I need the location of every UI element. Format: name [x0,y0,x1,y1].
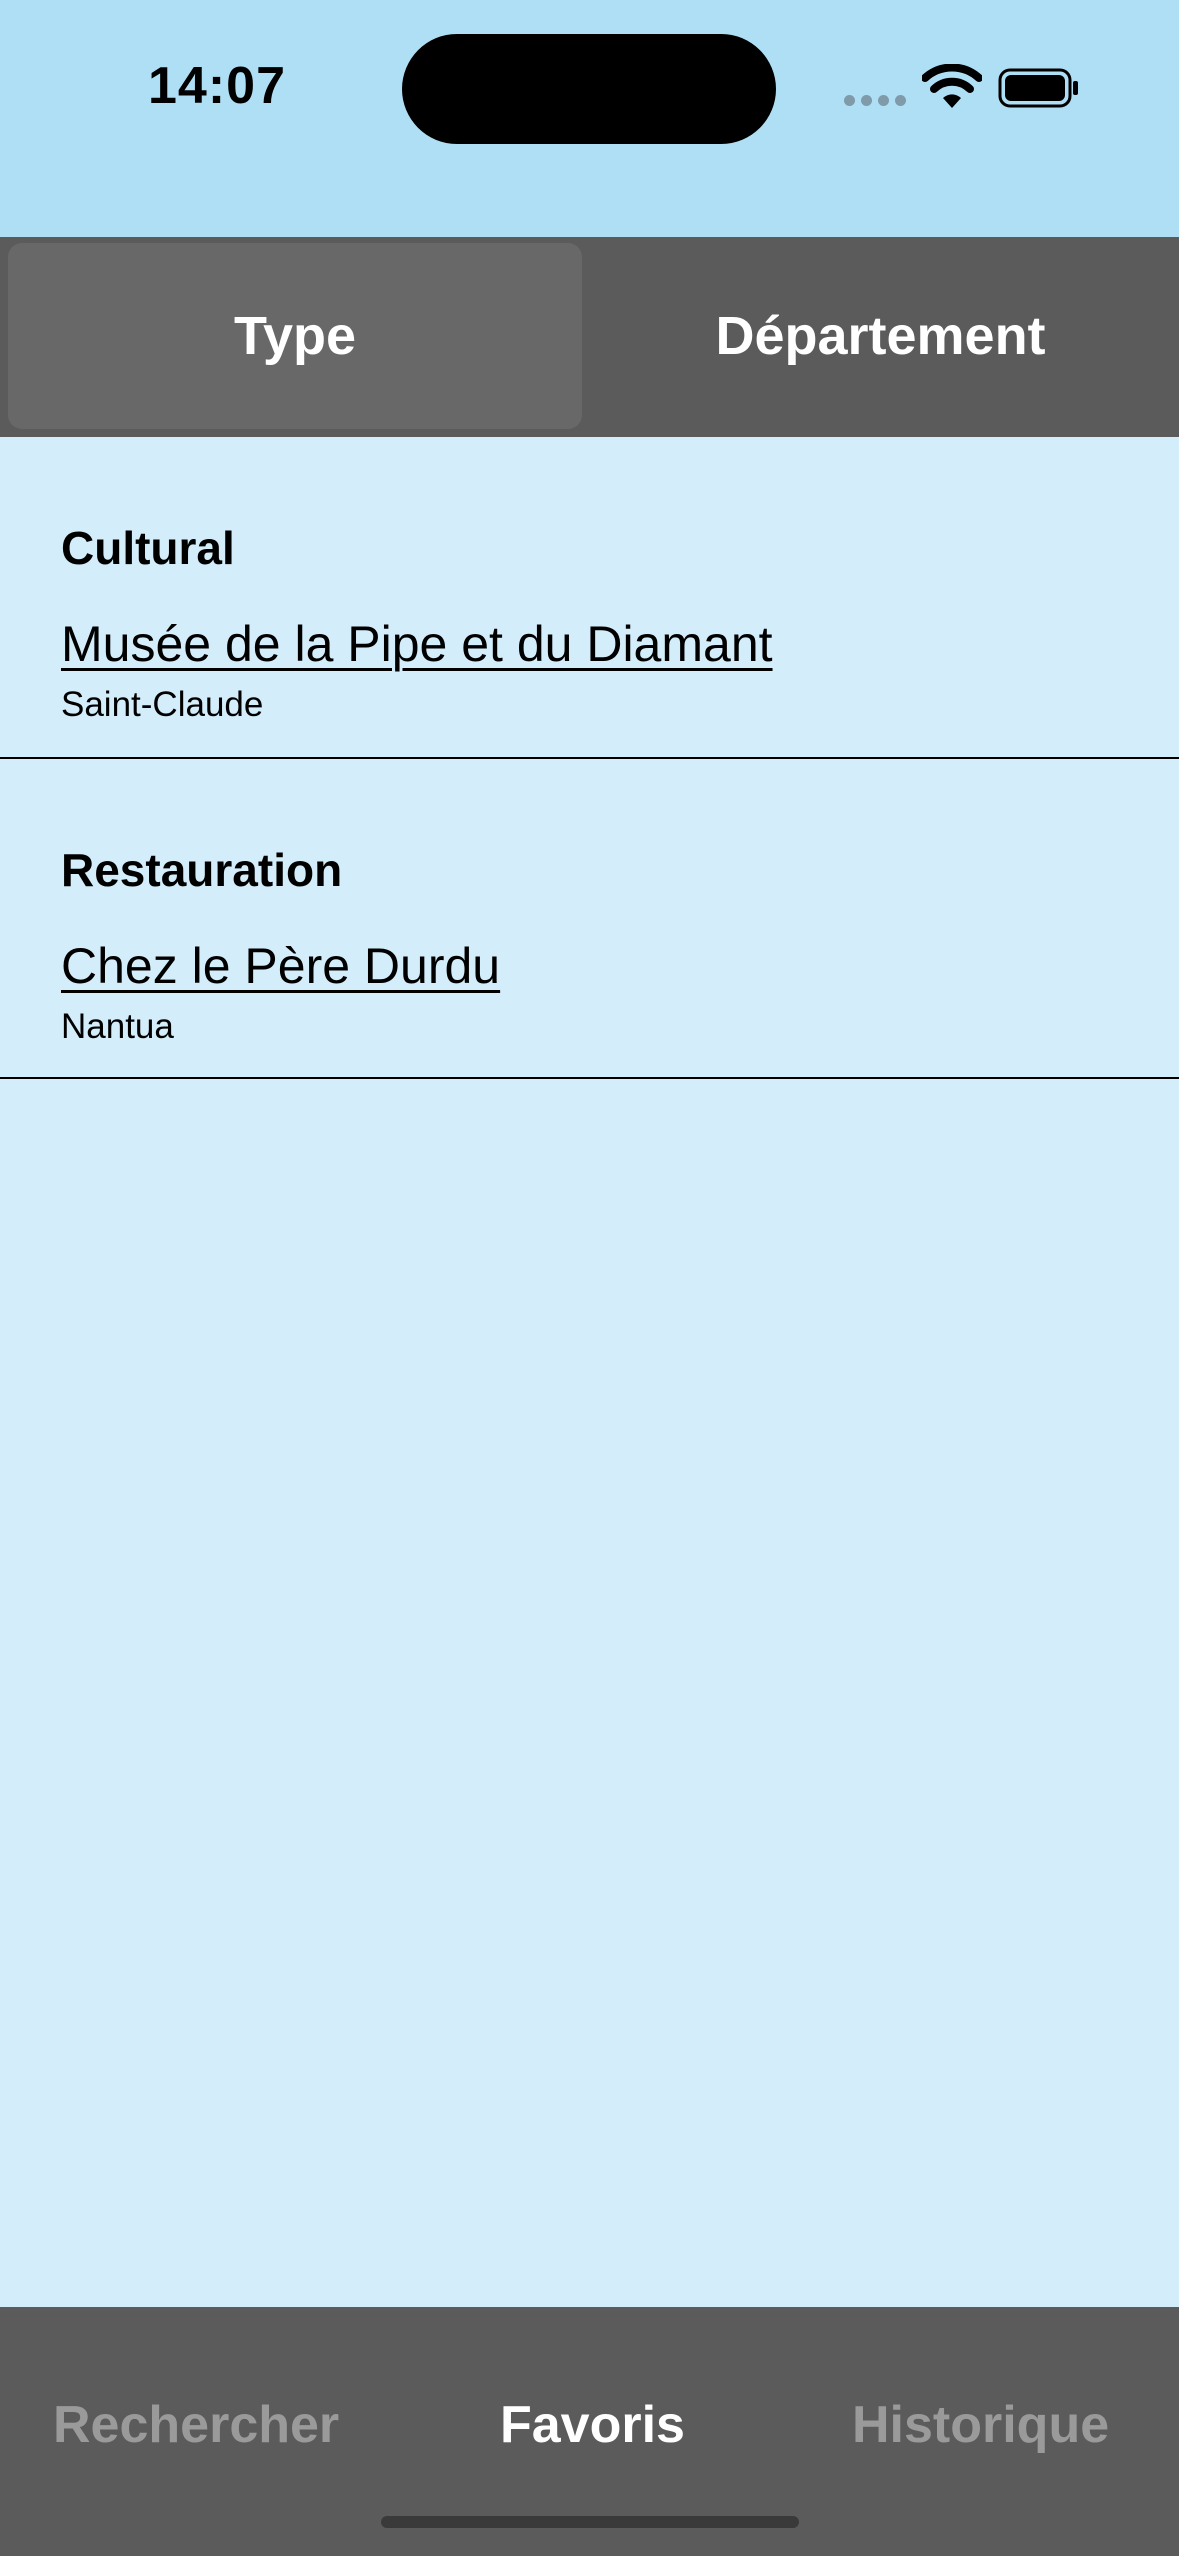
section-title: Cultural [61,522,235,574]
tab-favoris[interactable]: Favoris [500,2395,685,2455]
place-link[interactable]: Chez le Père Durdu [61,937,500,995]
segmented-control: Type Département [0,237,1179,437]
tab-rechercher[interactable]: Rechercher [53,2395,339,2455]
place-city: Nantua [61,1007,174,1046]
segment-departement[interactable]: Département [590,243,1171,429]
battery-icon [998,68,1078,108]
wifi-icon [922,64,982,108]
list-section-restauration: Restauration Chez le Père Durdu Nantua [0,759,1179,1079]
home-indicator [381,2516,799,2528]
dynamic-island [402,34,776,144]
place-city: Saint-Claude [61,685,264,724]
segment-type[interactable]: Type [8,243,582,429]
status-time: 14:07 [148,57,286,115]
status-bar: 14:07 [0,0,1179,237]
place-link[interactable]: Musée de la Pipe et du Diamant [61,615,773,673]
cellular-signal-icon [844,95,906,107]
section-title: Restauration [61,844,343,896]
tab-historique[interactable]: Historique [852,2395,1109,2455]
list-section-cultural: Cultural Musée de la Pipe et du Diamant … [0,437,1179,759]
